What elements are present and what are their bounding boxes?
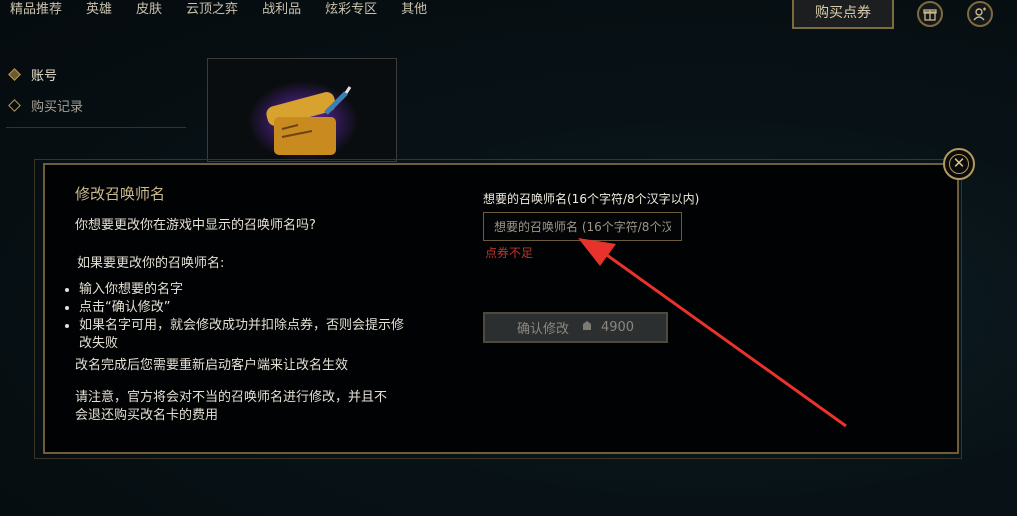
top-nav: 精品推荐 英雄 皮肤 云顶之弈 战利品 炫彩专区 其他 — [0, 0, 441, 24]
confirm-label: 确认修改 — [516, 322, 569, 337]
rename-dialog: 修改召唤师名 你想要更改你在游戏中显示的召唤师名吗? 如果要更改你的召唤师名: … — [43, 163, 959, 454]
diamond-bullet-icon — [8, 68, 21, 81]
name-field-label: 想要的召唤师名(16个字符/8个汉字以内) — [483, 192, 700, 206]
sidebar-item-label: 购买记录 — [31, 100, 84, 115]
summoner-name-input[interactable] — [483, 212, 682, 241]
nav-champions[interactable]: 英雄 — [86, 0, 112, 24]
buy-rp-button[interactable]: 购买点券 — [792, 0, 894, 29]
warning-note: 请注意，官方将会对不当的召唤师名进行修改，并且不会退还购买改名卡的费用 — [75, 390, 388, 423]
sidebar-item-account[interactable]: 账号 — [8, 65, 58, 84]
close-button[interactable]: ✕ — [943, 148, 975, 180]
steps-list: 输入你想要的名字 点击“确认修改” 如果名字可用，就会修改成功并扣除点券，否则会… — [65, 281, 409, 353]
nav-other[interactable]: 其他 — [401, 0, 427, 24]
sidebar-item-label: 账号 — [31, 69, 58, 84]
list-item: 输入你想要的名字 — [79, 281, 409, 299]
nav-tft[interactable]: 云顶之弈 — [186, 0, 238, 24]
sidebar-item-purchase-history[interactable]: 购买记录 — [8, 96, 84, 115]
profile-icon[interactable] — [967, 1, 993, 27]
list-item: 如果名字可用，就会修改成功并扣除点券，否则会提示修改失败 — [79, 317, 409, 353]
error-message: 点券不足 — [485, 246, 534, 260]
name-change-card-image — [207, 58, 397, 162]
gift-icon[interactable] — [917, 1, 943, 27]
price-value: 4900 — [600, 320, 635, 335]
nav-loot[interactable]: 战利品 — [262, 0, 301, 24]
nav-featured[interactable]: 精品推荐 — [10, 0, 62, 24]
sidebar-divider — [6, 127, 186, 128]
diamond-bullet-icon — [8, 99, 21, 112]
steps-intro: 如果要更改你的召唤师名: — [77, 256, 225, 271]
dialog-question: 你想要更改你在游戏中显示的召唤师名吗? — [75, 218, 316, 233]
restart-note: 改名完成后您需要重新启动客户端来让改名生效 — [75, 358, 349, 373]
nav-chromas[interactable]: 炫彩专区 — [325, 0, 377, 24]
close-icon: ✕ — [949, 154, 969, 174]
list-item: 点击“确认修改” — [79, 299, 409, 317]
rp-currency-icon — [581, 320, 593, 336]
dialog-title: 修改召唤师名 — [75, 185, 166, 203]
nav-skins[interactable]: 皮肤 — [136, 0, 162, 24]
confirm-change-button[interactable]: 确认修改 4900 — [483, 312, 668, 343]
